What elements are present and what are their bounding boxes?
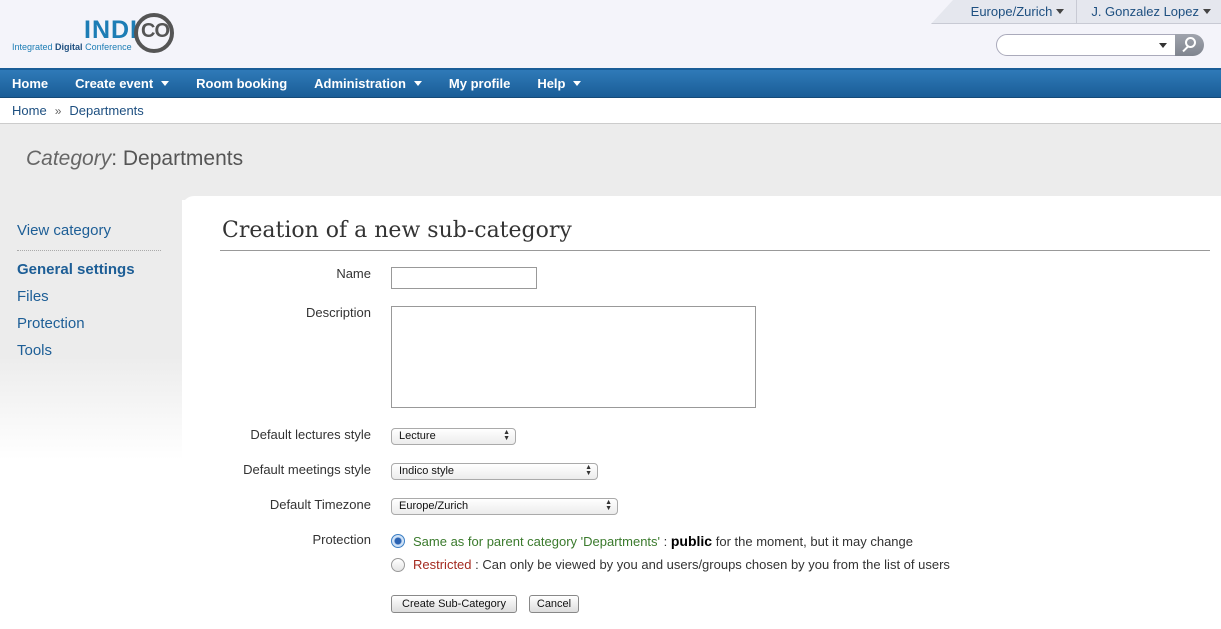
nav-administration-label: Administration <box>314 76 406 91</box>
timezone-menu[interactable]: Europe/Zurich <box>930 0 1077 24</box>
lectures-style-value: Lecture <box>399 430 436 442</box>
protection-inherit-label: Same as for parent category 'Departments… <box>413 534 661 549</box>
nav-create-event-label: Create event <box>75 76 154 91</box>
sidebar-item-protection[interactable]: Protection <box>17 315 85 332</box>
nav-home[interactable]: Home <box>0 70 63 97</box>
form-heading: Creation of a new sub-category <box>222 218 572 243</box>
protection-inherit-sep: : <box>660 534 671 549</box>
chevron-down-icon <box>413 81 422 86</box>
select-arrows-icon: ▲ ▼ <box>585 464 592 477</box>
category-prefix: Category <box>26 147 112 170</box>
category-name: : Departments <box>111 147 244 170</box>
timezone-value: Europe/Zurich <box>399 500 469 512</box>
nav-room-booking-label: Room booking <box>196 76 288 91</box>
nav-room-booking[interactable]: Room booking <box>184 70 302 97</box>
breadcrumb-separator: » <box>54 103 62 118</box>
heading-divider <box>220 250 1210 251</box>
logo-co: CO <box>141 20 170 42</box>
protection-label: Protection <box>312 532 371 547</box>
breadcrumb: Home » Departments <box>0 98 1221 124</box>
nav-create-event[interactable]: Create event <box>63 70 184 97</box>
protection-inherit-radio[interactable] <box>391 534 405 548</box>
search-input[interactable] <box>996 34 1176 56</box>
logo-subtitle-suffix: Conference <box>85 42 132 52</box>
breadcrumb-home[interactable]: Home <box>12 103 47 118</box>
main-panel: Creation of a new sub-category Name Desc… <box>182 196 1221 629</box>
sidebar: View category General settings Files Pro… <box>0 200 182 460</box>
sidebar-item-tools[interactable]: Tools <box>17 342 52 359</box>
meetings-style-value: Indico style <box>399 465 455 477</box>
sidebar-divider <box>17 250 161 251</box>
nav-help-label: Help <box>537 76 566 91</box>
chevron-down-icon <box>161 81 170 86</box>
name-input[interactable] <box>391 267 537 289</box>
sidebar-item-view-category[interactable]: View category <box>17 222 111 239</box>
protection-restricted-radio[interactable] <box>391 558 405 572</box>
meetings-style-label: Default meetings style <box>243 462 371 477</box>
breadcrumb-current[interactable]: Departments <box>69 103 143 118</box>
indico-logo[interactable]: INDI CO Integrated Digital Conference <box>10 10 200 58</box>
description-label: Description <box>305 305 371 320</box>
logo-word: INDI <box>84 16 138 44</box>
user-menu[interactable]: J. Gonzalez Lopez <box>1076 0 1221 24</box>
protection-restricted-label: Restricted <box>413 557 472 572</box>
meetings-style-select[interactable]: Indico style ▲ ▼ <box>391 463 598 480</box>
cancel-button[interactable]: Cancel <box>529 595 579 613</box>
protection-restricted-rest: Can only be viewed by you and users/grou… <box>482 557 950 572</box>
logo-subtitle-prefix: Integrated <box>12 42 53 52</box>
sidebar-item-files[interactable]: Files <box>17 288 49 305</box>
create-sub-category-button[interactable]: Create Sub-Category <box>391 595 517 613</box>
chevron-down-icon <box>1203 9 1211 14</box>
protection-restricted-sep: : <box>471 557 483 572</box>
nav-my-profile-label: My profile <box>448 76 511 91</box>
lectures-style-label: Default lectures style <box>250 427 371 442</box>
protection-inherit-rest: for the moment, but it may change <box>712 534 913 549</box>
header: INDI CO Integrated Digital Conference Eu… <box>0 0 1221 68</box>
search-icon-handle <box>1182 45 1189 53</box>
timezone-label: Europe/Zurich <box>970 4 1053 19</box>
top-tabs: Europe/Zurich J. Gonzalez Lopez <box>930 0 1221 24</box>
select-arrows-icon: ▲ ▼ <box>605 499 612 512</box>
timezone-label-field: Default Timezone <box>269 497 371 512</box>
nav-help[interactable]: Help <box>525 70 596 97</box>
logo-subtitle: Integrated Digital Conference <box>12 42 132 52</box>
main-nav: Home Create event Room booking Administr… <box>0 68 1221 98</box>
category-header: Category: Departments <box>0 124 1221 200</box>
page-title: Category: Departments <box>26 147 243 171</box>
nav-administration[interactable]: Administration <box>302 70 437 97</box>
description-textarea[interactable] <box>391 306 756 408</box>
chevron-down-icon <box>573 81 582 86</box>
chevron-down-icon[interactable] <box>1159 43 1167 48</box>
chevron-down-icon <box>1056 9 1065 14</box>
protection-inherit-text: Same as for parent category 'Departments… <box>413 533 913 549</box>
sidebar-item-general-settings[interactable]: General settings <box>17 261 135 278</box>
search-button[interactable] <box>1175 34 1204 56</box>
protection-inherit-public: public <box>670 533 713 549</box>
lectures-style-select[interactable]: Lecture ▲ ▼ <box>391 428 516 445</box>
user-name: J. Gonzalez Lopez <box>1091 4 1199 19</box>
protection-restricted-text: Restricted : Can only be viewed by you a… <box>413 557 950 572</box>
timezone-select[interactable]: Europe/Zurich ▲ ▼ <box>391 498 618 515</box>
nav-home-label: Home <box>12 76 49 91</box>
nav-my-profile[interactable]: My profile <box>437 70 525 97</box>
logo-subtitle-bold: Digital <box>55 42 83 52</box>
select-arrows-icon: ▲ ▼ <box>503 429 510 442</box>
name-label: Name <box>336 266 371 281</box>
